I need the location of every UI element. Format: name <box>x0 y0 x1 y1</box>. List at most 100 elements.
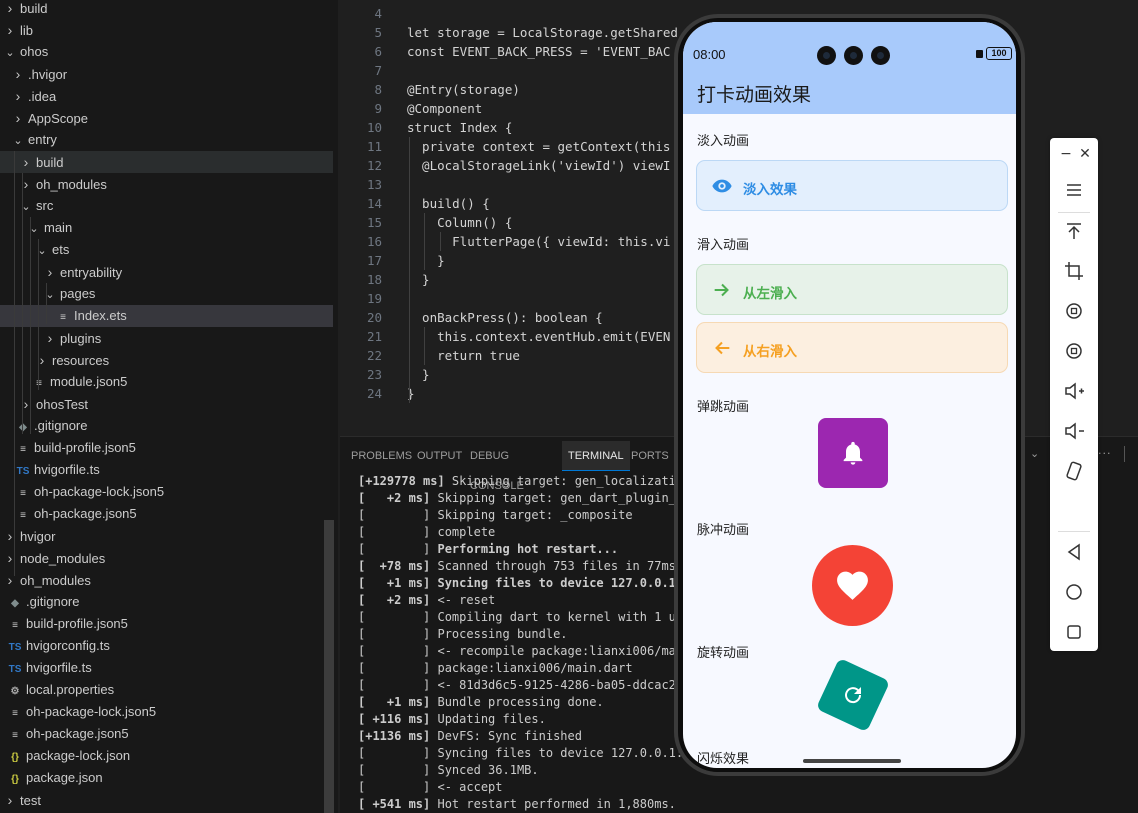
explorer-file[interactable]: {} package.json <box>0 767 333 789</box>
code-text: this.context.eventHub.emit(EVEN <box>407 329 671 344</box>
home-indicator[interactable] <box>803 759 901 763</box>
close-icon[interactable]: ✕ <box>1076 142 1094 166</box>
tab-debug-console[interactable]: DEBUG CONSOLE <box>464 441 530 492</box>
line-number: 21 <box>366 329 382 344</box>
explorer-file[interactable]: ≡ oh-package.json5 <box>0 723 333 745</box>
panel-more-icon[interactable]: ··· <box>1098 447 1112 460</box>
rotate-tile[interactable] <box>815 657 891 733</box>
explorer-file[interactable]: ≡ oh-package-lock.json5 <box>0 481 333 503</box>
explorer-folder[interactable]: › plugins <box>0 327 333 349</box>
explorer-item-label: .gitignore <box>26 594 80 609</box>
back-icon[interactable] <box>1062 540 1086 564</box>
explorer-item-label: package-lock.json <box>26 748 131 763</box>
explorer-file[interactable]: TS hvigorfile.ts <box>0 459 333 481</box>
terminal-line: [ ] Skipping target: _composite <box>358 507 633 524</box>
explorer-file[interactable]: ≡ build-profile.json5 <box>0 613 333 635</box>
recents-icon[interactable] <box>1062 620 1086 644</box>
explorer-folder[interactable]: › lib <box>0 19 333 41</box>
explorer-folder[interactable]: › ohosTest <box>0 393 333 415</box>
explorer-folder[interactable]: › test <box>0 789 333 811</box>
terminal-message: Syncing files to device 127.0.0.1: <box>430 746 684 760</box>
explorer-folder[interactable]: › oh_modules <box>0 569 333 591</box>
terminal-message: <- reset <box>430 593 496 607</box>
explorer-folder[interactable]: › resources <box>0 349 333 371</box>
ts-file-icon: TS <box>8 664 22 675</box>
lock-icon <box>976 50 983 58</box>
explorer-item-label: build <box>36 155 64 170</box>
explorer-file[interactable]: ≡ module.json5 <box>0 371 333 393</box>
explorer-folder[interactable]: › .idea <box>0 85 333 107</box>
explorer-folder[interactable]: ⌄ pages <box>0 283 333 305</box>
explorer-folder[interactable]: › node_modules <box>0 547 333 569</box>
explorer-file[interactable]: ≡ build-profile.json5 <box>0 437 333 459</box>
slide-left-button[interactable]: 从左滑入 <box>696 264 1008 315</box>
explorer-folder[interactable]: › entryability <box>0 261 333 283</box>
indent-guide <box>46 283 47 324</box>
tab-output[interactable]: OUTPUT <box>411 441 468 471</box>
pin-top-icon[interactable] <box>1062 219 1086 243</box>
code-text: @LocalStorageLink('viewId') viewI <box>407 158 671 173</box>
terminal-message: complete <box>430 525 496 539</box>
explorer-file[interactable]: ◆ .gitignore <box>0 415 333 437</box>
menu-icon[interactable] <box>1062 178 1086 202</box>
fade-in-button[interactable]: 淡入效果 <box>696 160 1008 211</box>
pulse-circle[interactable] <box>812 545 893 626</box>
explorer-file[interactable]: TS hvigorfile.ts <box>0 657 333 679</box>
line-number: 12 <box>366 158 382 173</box>
git-file-icon: ◆ <box>16 417 30 439</box>
explorer-file[interactable]: TS hvigorconfig.ts <box>0 635 333 657</box>
tab-ports[interactable]: PORTS <box>625 441 675 471</box>
explorer-folder[interactable]: › .hvigor <box>0 63 333 85</box>
line-number: 19 <box>366 291 382 306</box>
explorer-file[interactable]: ≡ oh-package.json5 <box>0 503 333 525</box>
home-icon[interactable] <box>1062 580 1086 604</box>
explorer-folder[interactable]: › oh_modules <box>0 173 333 195</box>
terminal-message: Performing hot restart... <box>430 542 619 556</box>
rotate-left-icon[interactable] <box>1062 299 1086 323</box>
line-number: 22 <box>366 348 382 363</box>
explorer-file[interactable]: ◆ .gitignore <box>0 591 333 613</box>
explorer-folder[interactable]: ⌄ main <box>0 217 333 239</box>
chevron-right-icon: › <box>47 330 53 346</box>
terminal-message: <- recompile package:lianxi006/mai <box>430 644 684 658</box>
explorer-folder[interactable]: ⌄ entry <box>0 129 333 151</box>
explorer-folder[interactable]: › hvigor <box>0 525 333 547</box>
panel-dropdown-icon[interactable]: ⌄ <box>1030 447 1039 460</box>
emulator-toolbar: − ✕ <box>1050 138 1098 651</box>
slide-right-button[interactable]: 从右滑入 <box>696 322 1008 373</box>
explorer-item-label: oh_modules <box>36 177 107 192</box>
explorer-file[interactable]: ⚙ local.properties <box>0 679 333 701</box>
code-text: Column() { <box>407 215 513 230</box>
crop-icon[interactable] <box>1062 259 1086 283</box>
minimize-icon[interactable]: − <box>1057 142 1075 166</box>
terminal-line: [+129778 ms] Skipping target: gen_locali… <box>358 473 683 490</box>
explorer-folder[interactable]: › build <box>0 151 333 173</box>
volume-up-icon[interactable] <box>1062 379 1086 403</box>
explorer-file[interactable]: ≡ Index.ets <box>0 305 333 327</box>
explorer-file[interactable]: ≡ oh-package-lock.json5 <box>0 701 333 723</box>
explorer-folder[interactable]: › build <box>0 0 333 19</box>
explorer-folder[interactable]: ⌄ ets <box>0 239 333 261</box>
explorer-file[interactable]: {} package-lock.json <box>0 745 333 767</box>
shake-icon[interactable] <box>1062 459 1086 483</box>
lines-file-icon: ≡ <box>12 708 18 719</box>
volume-down-icon[interactable] <box>1062 419 1086 443</box>
line-number: 17 <box>366 253 382 268</box>
arrow-right-icon <box>714 283 729 297</box>
tab-problems[interactable]: PROBLEMS <box>345 441 418 471</box>
terminal-timestamp: [ +2 ms] <box>358 593 431 607</box>
terminal-line: [ +116 ms] Updating files. <box>358 711 546 728</box>
explorer-scrollbar[interactable] <box>324 520 334 813</box>
line-number: 20 <box>366 310 382 325</box>
explorer-item-label: hvigorfile.ts <box>34 462 100 477</box>
chevron-right-icon: › <box>15 110 21 126</box>
bounce-tile[interactable] <box>818 418 888 488</box>
explorer-folder[interactable]: ⌄ ohos <box>0 41 333 63</box>
code-text: } <box>407 367 430 382</box>
explorer-folder[interactable]: › AppScope <box>0 107 333 129</box>
explorer-folder[interactable]: ⌄ src <box>0 195 333 217</box>
tab-terminal[interactable]: TERMINAL <box>562 441 630 471</box>
status-time: 08:00 <box>693 47 726 62</box>
rotate-right-icon[interactable] <box>1062 339 1086 363</box>
terminal-message: Syncing files to device 127.0.0.1: <box>430 576 684 590</box>
